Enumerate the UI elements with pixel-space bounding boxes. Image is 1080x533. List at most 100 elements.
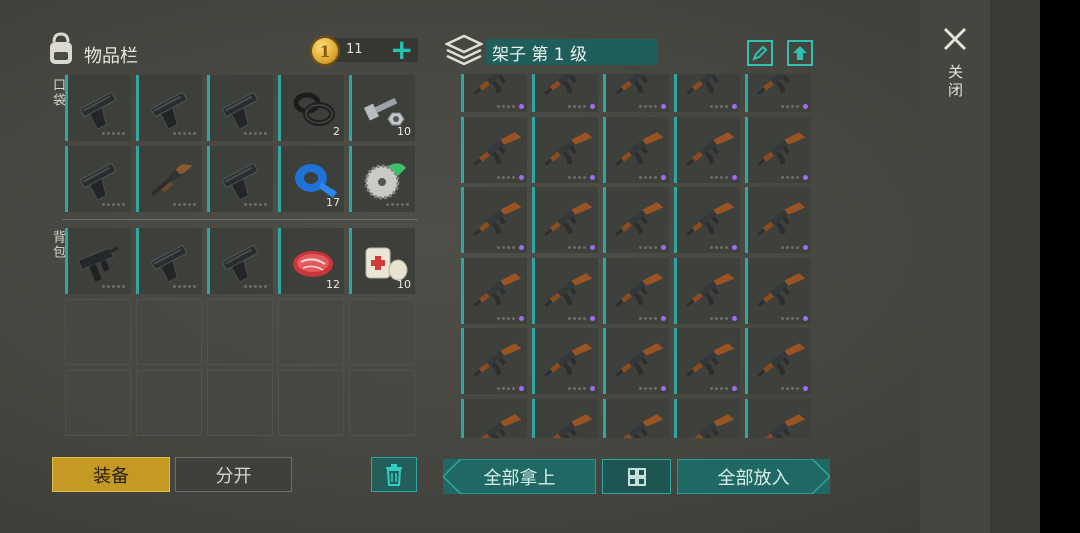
empty-slot[interactable]	[136, 370, 202, 436]
close-label[interactable]: 关闭	[945, 64, 966, 100]
shelf-slot[interactable]	[674, 328, 740, 394]
smg-icon	[74, 234, 128, 288]
shelf-slot[interactable]	[461, 116, 527, 183]
put-all-button[interactable]: 全部放入	[677, 459, 830, 494]
shelf-slot[interactable]	[745, 116, 811, 183]
inventory-slot[interactable]	[136, 228, 202, 294]
equip-button[interactable]: 装备	[52, 457, 170, 492]
shelf-slot[interactable]	[603, 74, 669, 112]
shelf-slot[interactable]	[745, 398, 811, 438]
rarity-dot	[803, 245, 808, 250]
shelf-slot[interactable]	[674, 74, 740, 112]
shelf-slot[interactable]	[603, 398, 669, 438]
add-coins-button[interactable]: +	[390, 36, 413, 64]
item-count: 10	[397, 278, 411, 291]
shotgun-icon	[145, 152, 199, 206]
inventory-slot[interactable]	[349, 146, 415, 212]
backpack-icon	[46, 32, 76, 66]
inventory-slot[interactable]	[207, 228, 273, 294]
inventory-slot[interactable]	[65, 146, 131, 212]
shelf-slot[interactable]	[532, 74, 598, 112]
shelf-slot[interactable]	[674, 398, 740, 438]
empty-slot[interactable]	[207, 299, 273, 365]
durability-dots	[497, 246, 515, 249]
shelf-slot[interactable]	[674, 257, 740, 324]
shelf-slot[interactable]	[603, 187, 669, 253]
durability-dots	[386, 203, 409, 206]
shelf-slot[interactable]	[461, 74, 527, 112]
durability-dots	[244, 132, 267, 135]
split-button[interactable]: 分开	[175, 457, 292, 492]
shelf-slot[interactable]	[745, 187, 811, 253]
close-button[interactable]	[940, 24, 970, 54]
durability-dots	[173, 203, 196, 206]
inventory-slot[interactable]	[207, 146, 273, 212]
durability-dots	[102, 132, 125, 135]
rarity-dot	[590, 315, 595, 321]
shelf-slot[interactable]	[461, 187, 527, 253]
inventory-slot[interactable]: 10	[349, 75, 415, 141]
shelf-slot[interactable]	[461, 398, 527, 438]
shelf-title: 架子 第 1 级	[486, 39, 657, 65]
shelf-slot[interactable]	[674, 187, 740, 253]
shelf-slot[interactable]	[532, 187, 598, 253]
rarity-dot	[519, 245, 524, 250]
empty-slot[interactable]	[207, 370, 273, 436]
empty-slot[interactable]	[136, 299, 202, 365]
shelf-slot[interactable]	[532, 116, 598, 183]
trash-button[interactable]	[371, 457, 417, 492]
shelf-slot[interactable]	[674, 116, 740, 183]
coin-count: 11	[346, 42, 363, 57]
empty-slot[interactable]	[65, 370, 131, 436]
grid-sort-icon	[627, 467, 646, 486]
shelf-slot[interactable]	[461, 328, 527, 394]
durability-dots	[781, 387, 799, 390]
durability-dots	[497, 175, 515, 179]
empty-slot[interactable]	[278, 299, 344, 365]
rarity-dot	[661, 174, 666, 180]
empty-slot[interactable]	[278, 370, 344, 436]
shelf-slot[interactable]	[745, 257, 811, 324]
shelf-slot[interactable]	[603, 328, 669, 394]
shelf-slot[interactable]	[603, 257, 669, 324]
shelf-slot[interactable]	[461, 257, 527, 324]
durability-dots	[639, 246, 657, 249]
inventory-slot[interactable]	[136, 75, 202, 141]
item-count: 12	[326, 278, 340, 291]
inventory-slot[interactable]: 17	[278, 146, 344, 212]
sort-button[interactable]	[602, 459, 671, 494]
inventory-slot[interactable]	[65, 75, 131, 141]
pistol-icon	[216, 81, 270, 135]
durability-dots	[639, 316, 657, 320]
rarity-dot	[803, 174, 808, 180]
durability-dots	[568, 387, 586, 390]
inventory-slot[interactable]	[65, 228, 131, 294]
item-count: 10	[397, 125, 411, 138]
rarity-dot	[661, 245, 666, 250]
upgrade-button[interactable]	[787, 40, 813, 66]
inventory-slot[interactable]: 2	[278, 75, 344, 141]
shelf-slot[interactable]	[745, 74, 811, 112]
shelf-slot[interactable]	[532, 398, 598, 438]
empty-slot[interactable]	[65, 299, 131, 365]
shelf-grid[interactable]	[461, 74, 813, 438]
shelf-slot[interactable]	[532, 257, 598, 324]
pistol-icon	[74, 152, 128, 206]
durability-dots	[781, 246, 799, 249]
inventory-slot[interactable]: 12	[278, 228, 344, 294]
durability-dots	[781, 316, 799, 320]
inventory-slot[interactable]	[207, 75, 273, 141]
rarity-dot	[732, 386, 737, 391]
rarity-dot	[519, 104, 524, 109]
empty-slot[interactable]	[349, 370, 415, 436]
take-all-button[interactable]: 全部拿上	[443, 459, 596, 494]
durability-dots	[710, 316, 728, 320]
rename-button[interactable]	[747, 40, 773, 66]
inventory-slot[interactable]: 10	[349, 228, 415, 294]
inventory-slot[interactable]	[136, 146, 202, 212]
rarity-dot	[732, 104, 737, 109]
shelf-slot[interactable]	[745, 328, 811, 394]
shelf-slot[interactable]	[603, 116, 669, 183]
shelf-slot[interactable]	[532, 328, 598, 394]
empty-slot[interactable]	[349, 299, 415, 365]
